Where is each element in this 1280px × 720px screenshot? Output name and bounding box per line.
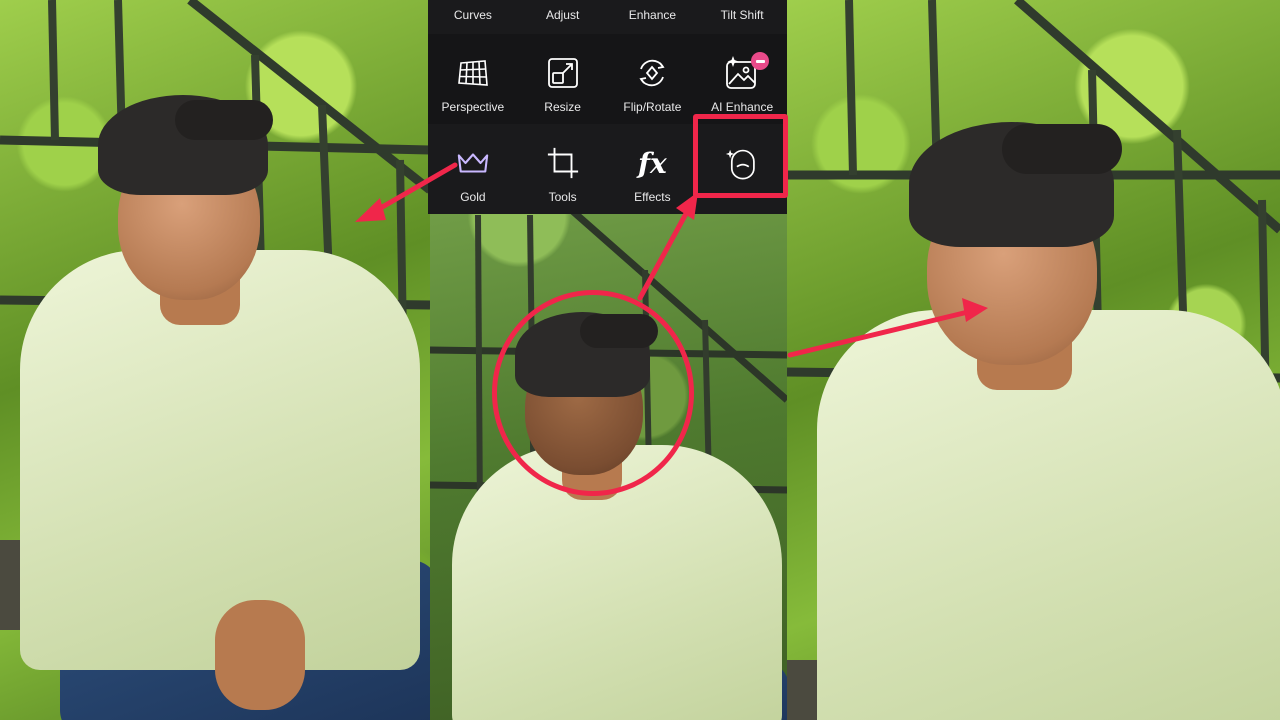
tool-label: AI Enhance bbox=[711, 100, 774, 114]
tool-ai-enhance[interactable]: AI Enhance bbox=[697, 34, 787, 124]
person-figure bbox=[0, 0, 430, 720]
tool-row-top: Curves Adjust Enhance Tilt Shift bbox=[428, 0, 787, 34]
tool-curves[interactable]: Curves bbox=[428, 0, 518, 34]
flip-rotate-icon bbox=[635, 56, 669, 90]
tool-label: Curves bbox=[453, 8, 492, 22]
ai-enhance-icon bbox=[725, 52, 770, 90]
tool-label: Enhance bbox=[628, 8, 677, 22]
tool-adjust[interactable]: Adjust bbox=[518, 0, 608, 34]
resize-icon bbox=[546, 56, 580, 90]
tool-tilt-shift[interactable]: Tilt Shift bbox=[697, 0, 787, 34]
cap-brim bbox=[1002, 124, 1122, 174]
face-retouch-highlight-box bbox=[693, 114, 788, 198]
pro-badge-icon bbox=[751, 52, 770, 70]
tool-label: Tilt Shift bbox=[720, 8, 764, 22]
tool-perspective[interactable]: Perspective bbox=[428, 34, 518, 124]
fx-glyph: fx bbox=[638, 146, 667, 180]
tool-label: Resize bbox=[544, 100, 581, 114]
tool-label: Gold bbox=[460, 190, 486, 204]
after-photo-left bbox=[0, 0, 430, 720]
face-highlight-circle bbox=[492, 290, 694, 496]
tool-flip-rotate[interactable]: Flip/Rotate bbox=[608, 34, 698, 124]
tool-label: Adjust bbox=[545, 8, 580, 22]
crop-icon bbox=[546, 146, 580, 180]
cap-brim bbox=[175, 100, 273, 140]
tool-tools[interactable]: Tools bbox=[518, 124, 608, 214]
fx-icon: fx bbox=[635, 146, 669, 180]
tool-label: Perspective bbox=[441, 100, 505, 114]
tool-label: Effects bbox=[634, 190, 671, 204]
tool-row-middle: Perspective Resize Flip/Rotate AI Enhanc… bbox=[428, 34, 787, 124]
tool-label: Flip/Rotate bbox=[623, 100, 682, 114]
person-figure bbox=[787, 0, 1280, 720]
tool-gold[interactable]: Gold bbox=[428, 124, 518, 214]
tool-enhance[interactable]: Enhance bbox=[608, 0, 698, 34]
crown-icon bbox=[456, 146, 490, 180]
tool-resize[interactable]: Resize bbox=[518, 34, 608, 124]
hand bbox=[215, 600, 305, 710]
after-photo-right bbox=[787, 0, 1280, 720]
tool-effects[interactable]: fx Effects bbox=[608, 124, 698, 214]
perspective-grid-icon bbox=[456, 56, 490, 90]
tool-label: Tools bbox=[548, 190, 577, 204]
